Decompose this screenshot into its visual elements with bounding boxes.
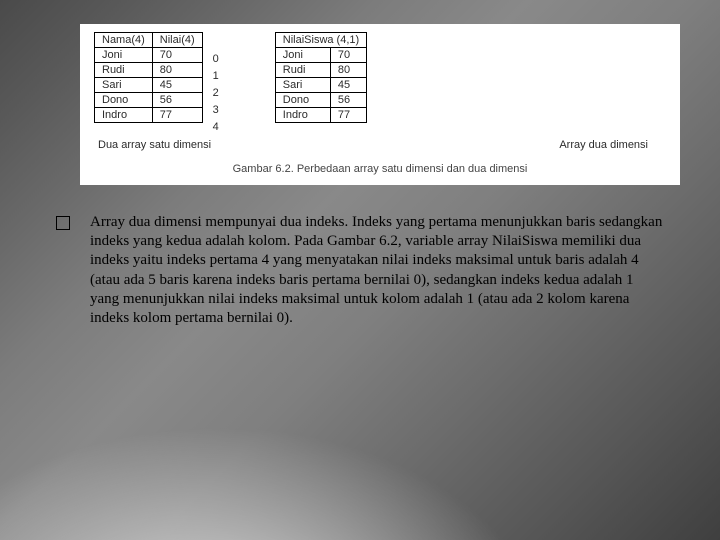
table-row: Rudi80 [95,63,203,78]
paragraph-text: Array dua dimensi mempunyai dua indeks. … [90,213,664,328]
caption-right: Array dua dimensi [346,139,666,151]
table-row: Rudi80 [275,63,366,78]
table-row: Joni70 [95,48,203,63]
index-column: 0 1 2 3 4 [213,32,219,136]
table-right: NilaiSiswa (4,1) Joni70 Rudi80 Sari45 Do… [275,32,367,123]
index-value: 2 [213,85,219,102]
caption-left: Dua array satu dimensi [94,139,290,151]
index-value: 0 [213,51,219,68]
table-left: Nama(4) Nilai(4) Joni70 Rudi80 Sari45 Do… [94,32,203,123]
bullet-block: Array dua dimensi mempunyai dua indeks. … [56,213,664,328]
table-row: Indro77 [275,108,366,123]
index-value: 3 [213,102,219,119]
index-value: 1 [213,68,219,85]
table-header-row: NilaiSiswa (4,1) [275,33,366,48]
figure-panel: Nama(4) Nilai(4) Joni70 Rudi80 Sari45 Do… [80,24,680,185]
square-bullet-icon [56,216,70,230]
index-value: 4 [213,119,219,136]
table-row: Joni70 [275,48,366,63]
sub-captions: Dua array satu dimensi Array dua dimensi [94,139,666,151]
table-header-row: Nama(4) Nilai(4) [95,33,203,48]
col-header: NilaiSiswa (4,1) [275,33,366,48]
col-header: Nilai(4) [152,33,202,48]
table-row: Sari45 [275,78,366,93]
col-header: Nama(4) [95,33,153,48]
tables-row: Nama(4) Nilai(4) Joni70 Rudi80 Sari45 Do… [94,32,666,136]
table-row: Dono56 [95,93,203,108]
figure-caption: Gambar 6.2. Perbedaan array satu dimensi… [94,163,666,175]
table-row: Indro77 [95,108,203,123]
table-row: Sari45 [95,78,203,93]
table-row: Dono56 [275,93,366,108]
left-table-block: Nama(4) Nilai(4) Joni70 Rudi80 Sari45 Do… [94,32,219,136]
